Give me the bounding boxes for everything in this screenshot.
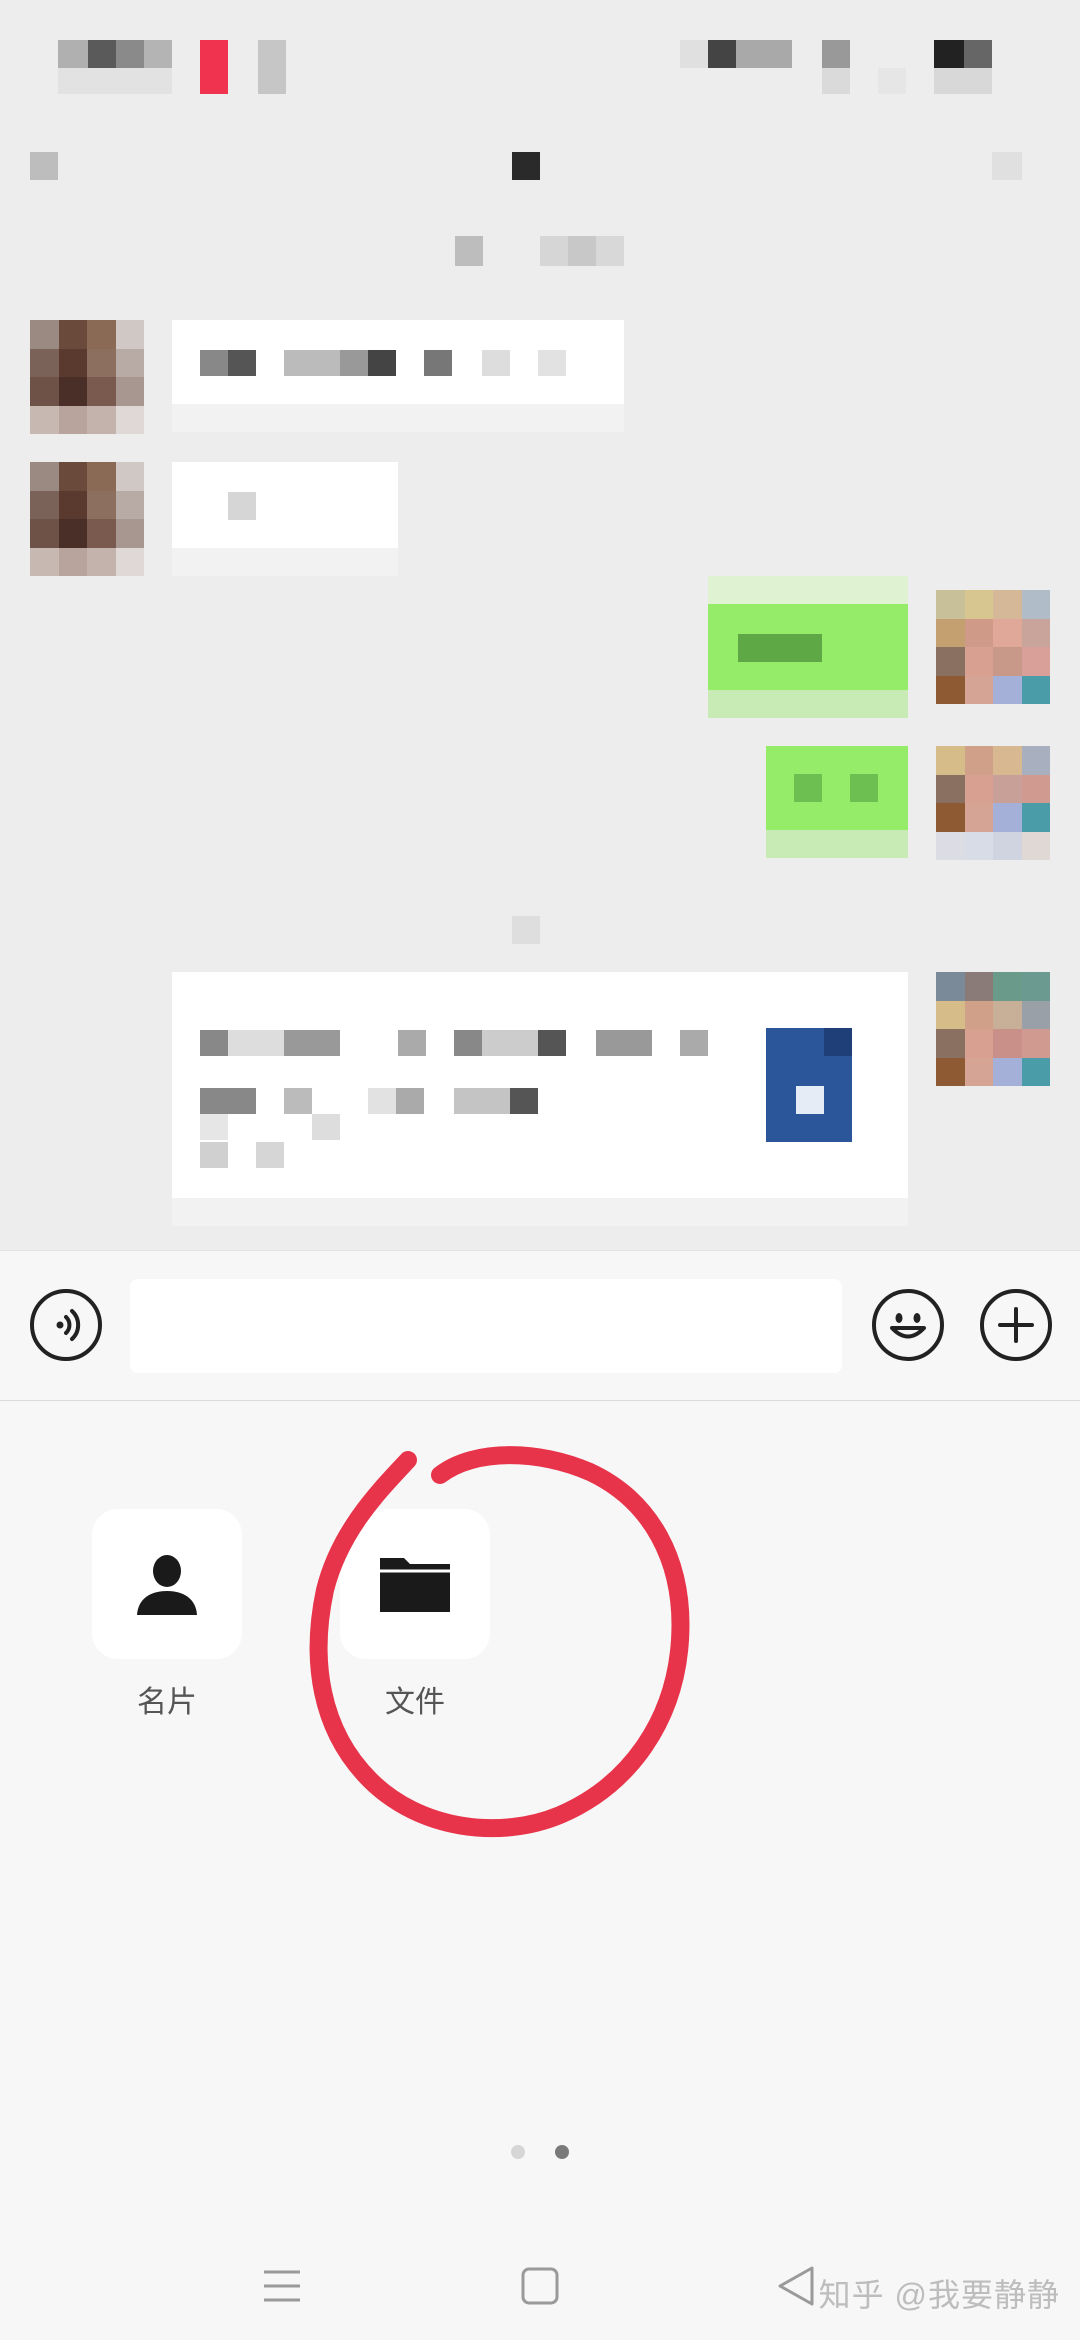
chat-title	[512, 152, 540, 180]
tool-contact-card[interactable]: 名片	[92, 1509, 242, 1721]
chat-title-bar	[0, 110, 1080, 220]
chat-message-list[interactable]	[0, 220, 1080, 1250]
page-dot-active[interactable]	[555, 2145, 569, 2159]
back-button[interactable]	[30, 152, 58, 180]
watermark: 知乎 @我要静静	[818, 2277, 1060, 2313]
sent-message-bubble[interactable]	[766, 746, 908, 830]
page-dot[interactable]	[511, 2145, 525, 2159]
voice-input-icon	[56, 1309, 81, 1341]
sent-message-bubble[interactable]	[708, 604, 908, 690]
tool-label: 文件	[385, 1686, 445, 1719]
file-message-card[interactable]	[172, 972, 908, 1198]
contact-avatar[interactable]	[30, 320, 144, 434]
status-bar	[0, 0, 1080, 110]
tool-file[interactable]: 文件	[340, 1509, 490, 1721]
plus-icon	[998, 1307, 1034, 1343]
more-functions-panel: 名片 文件	[0, 1400, 1080, 2221]
menu-icon[interactable]	[262, 2268, 302, 2304]
more-functions-button[interactable]	[980, 1289, 1052, 1361]
received-message-bubble[interactable]	[172, 320, 624, 404]
contact-card-icon	[137, 1555, 197, 1615]
timestamp	[512, 916, 540, 944]
my-avatar[interactable]	[936, 972, 1050, 1086]
my-avatar[interactable]	[936, 590, 1050, 704]
more-options-button[interactable]	[992, 152, 1022, 180]
timestamp	[455, 236, 625, 266]
my-avatar[interactable]	[936, 746, 1050, 860]
chat-input-bar	[0, 1250, 1080, 1401]
received-message-bubble[interactable]	[172, 462, 398, 548]
message-input[interactable]	[130, 1279, 842, 1373]
back-triangle-icon[interactable]	[776, 2264, 816, 2308]
folder-icon	[380, 1558, 450, 1612]
emoji-button[interactable]	[872, 1289, 944, 1361]
emoji-icon	[890, 1313, 926, 1339]
tool-label: 名片	[137, 1686, 197, 1719]
home-square-icon[interactable]	[520, 2266, 560, 2306]
voice-input-button[interactable]	[30, 1289, 102, 1361]
system-navigation-bar: 知乎 @我要静静	[0, 2220, 1080, 2340]
page-indicator	[0, 2145, 1080, 2165]
contact-avatar[interactable]	[30, 462, 144, 576]
